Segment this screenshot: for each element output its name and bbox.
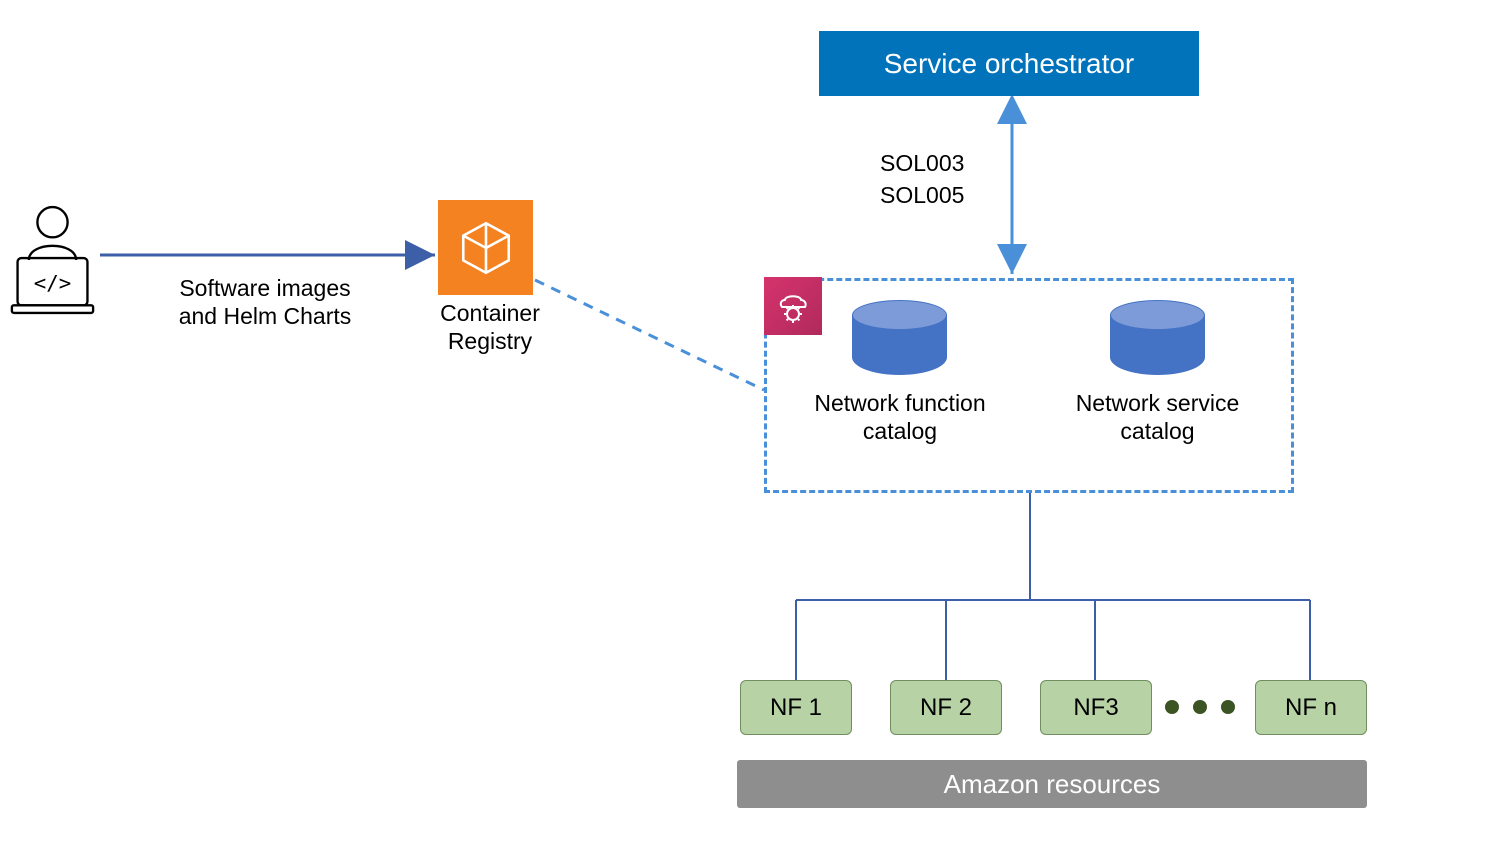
catalog-group <box>764 278 1294 493</box>
user-icon: </> <box>10 200 95 320</box>
protocol-label-1: SOL003 <box>880 150 964 178</box>
user-caption: Software images and Helm Charts <box>175 275 355 330</box>
ns-catalog-label: Network service catalog <box>1055 390 1260 445</box>
ellipsis-icon <box>1165 700 1235 714</box>
nf-label-1: NF 1 <box>770 694 822 722</box>
protocol-label-2: SOL005 <box>880 182 964 210</box>
registry-caption: Container Registry <box>420 300 560 355</box>
nf-box-2: NF 2 <box>890 680 1002 735</box>
amazon-resources-bar: Amazon resources <box>737 760 1367 808</box>
nf-box-3: NF3 <box>1040 680 1152 735</box>
nf-label-3: NF3 <box>1073 694 1118 722</box>
amazon-resources-label: Amazon resources <box>944 769 1161 800</box>
nf-label-2: NF 2 <box>920 694 972 722</box>
service-registry-icon <box>764 277 822 335</box>
nf-catalog-cylinder-icon <box>852 300 947 375</box>
ns-catalog-cylinder-icon <box>1110 300 1205 375</box>
nf-catalog-label: Network function catalog <box>800 390 1000 445</box>
service-orchestrator-box: Service orchestrator <box>819 31 1199 96</box>
nf-box-n: NF n <box>1255 680 1367 735</box>
svg-text:</>: </> <box>34 271 72 295</box>
nf-box-1: NF 1 <box>740 680 852 735</box>
service-orchestrator-label: Service orchestrator <box>884 48 1135 80</box>
nf-label-n: NF n <box>1285 694 1337 722</box>
container-registry-icon <box>438 200 533 295</box>
